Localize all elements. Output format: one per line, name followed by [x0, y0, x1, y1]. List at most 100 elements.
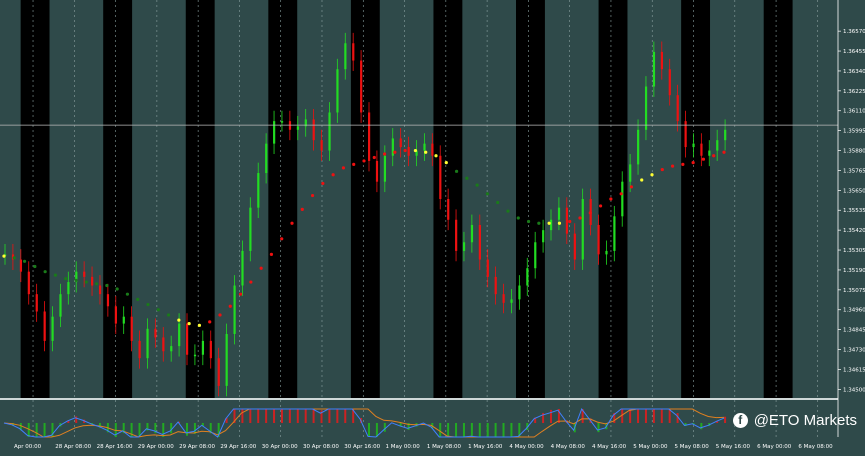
- oscillator-bar: [313, 409, 315, 423]
- oscillator-bar: [637, 409, 639, 423]
- candle-body: [534, 242, 536, 268]
- price-tick-label: 1.34500: [843, 387, 865, 393]
- price-tick-label: 1.36570: [843, 29, 865, 35]
- time-tick-label: 29 Apr 00:00: [138, 444, 174, 450]
- oscillator-bar: [297, 409, 299, 423]
- time-tick-label: 1 May 16:00: [468, 444, 503, 450]
- session-band: [186, 0, 215, 398]
- candle-body: [170, 346, 172, 351]
- time-tick-label: Apr 00:00: [14, 444, 42, 450]
- oscillator-bar: [328, 409, 330, 423]
- candle-body: [360, 61, 362, 113]
- time-tick-label: 4 May 16:00: [592, 444, 627, 450]
- trend-dot: [239, 293, 242, 296]
- trend-dot: [517, 216, 520, 219]
- candle-body: [447, 199, 449, 220]
- oscillator-bar: [265, 409, 267, 423]
- trend-dot: [455, 170, 458, 173]
- price-tick-label: 1.35075: [843, 288, 865, 294]
- candle-body: [645, 87, 647, 130]
- candle-body: [708, 151, 710, 156]
- candle-body: [226, 334, 228, 386]
- candle-body: [281, 121, 283, 123]
- watermark: f @ETO Markets: [733, 409, 857, 431]
- trend-dot: [198, 324, 201, 327]
- trend-dot: [589, 211, 592, 214]
- trend-dot: [722, 151, 725, 154]
- trend-dot: [105, 284, 108, 287]
- candle-body: [574, 234, 576, 260]
- time-tick-label: 5 May 00:00: [633, 444, 668, 450]
- price-tick-label: 1.35535: [843, 208, 865, 214]
- oscillator-bar: [471, 423, 473, 437]
- trend-dot: [434, 154, 437, 157]
- trend-dot: [290, 222, 293, 225]
- trend-dot: [23, 260, 26, 263]
- oscillator-bar: [645, 409, 647, 423]
- candle-body: [582, 199, 584, 260]
- trend-dot: [249, 280, 252, 283]
- price-chart: 1.365701.364551.363401.362251.361101.359…: [0, 0, 865, 452]
- time-tick-label: 1 May 08:00: [427, 444, 462, 450]
- candle-body: [368, 112, 370, 160]
- candle-body: [566, 208, 568, 234]
- signal-line-b: [4, 409, 724, 437]
- trend-dot: [208, 320, 211, 323]
- candle-body: [439, 156, 441, 199]
- price-tick-label: 1.35190: [843, 268, 865, 274]
- trend-dot: [64, 277, 67, 280]
- trend-dot: [126, 293, 129, 296]
- candle-body: [613, 216, 615, 251]
- time-tick-label: 4 May 00:00: [509, 444, 544, 450]
- trend-dot: [74, 279, 77, 282]
- candle-body: [605, 251, 607, 254]
- price-tick-label: 1.36455: [843, 49, 865, 55]
- candle-body: [91, 277, 93, 286]
- candle-body: [67, 282, 69, 294]
- candle-body: [257, 173, 259, 208]
- candle-body: [597, 225, 599, 254]
- trend-dot: [177, 319, 180, 322]
- trend-dot: [116, 287, 119, 290]
- candle-body: [273, 121, 275, 143]
- session-band: [268, 0, 297, 398]
- trend-dot: [393, 151, 396, 154]
- candle-body: [677, 95, 679, 121]
- price-tick-label: 1.35995: [843, 129, 865, 135]
- trend-dot: [229, 305, 232, 308]
- oscillator-bar: [44, 423, 46, 437]
- price-tick-label: 1.34845: [843, 328, 865, 334]
- trend-dot: [671, 165, 674, 168]
- oscillator-bar: [289, 409, 291, 423]
- candle-body: [107, 294, 109, 306]
- candle-body: [692, 144, 694, 147]
- trend-dot: [146, 303, 149, 306]
- candle-body: [384, 156, 386, 182]
- time-tick-label: 30 Apr 00:00: [262, 444, 298, 450]
- trend-dot: [640, 178, 643, 181]
- session-band: [516, 0, 545, 398]
- price-tick-label: 1.36340: [843, 69, 865, 75]
- candle-body: [36, 294, 38, 311]
- session-band: [681, 0, 710, 398]
- time-tick-label: 6 May 00:00: [757, 444, 792, 450]
- candle-body: [637, 130, 639, 165]
- trend-dot: [311, 194, 314, 197]
- candle-body: [313, 119, 315, 140]
- price-tick-label: 1.35650: [843, 188, 865, 194]
- oscillator-bar: [487, 423, 489, 437]
- candle-body: [321, 140, 323, 150]
- trend-dot: [362, 159, 365, 162]
- candle-body: [503, 294, 505, 303]
- trend-dot: [445, 161, 448, 164]
- trend-dot: [661, 168, 664, 171]
- time-tick-label: 28 Apr 08:00: [55, 444, 91, 450]
- candle-body: [495, 277, 497, 294]
- candle-body: [352, 43, 354, 60]
- oscillator-bar: [439, 423, 441, 437]
- candle-body: [186, 324, 188, 355]
- session-bands: [21, 0, 793, 398]
- facebook-icon: f: [733, 413, 748, 428]
- candle-body: [139, 341, 141, 358]
- candle-body: [328, 112, 330, 150]
